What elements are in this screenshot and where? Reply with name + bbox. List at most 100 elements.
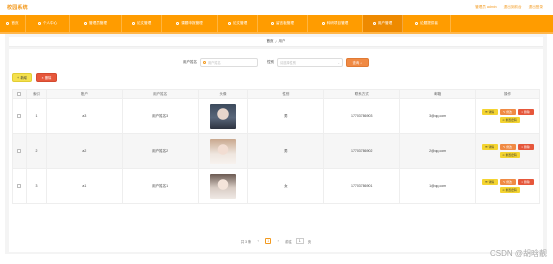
plus-icon: + — [17, 75, 19, 80]
cell-actions: ☰ 详情 ✎ 修改 × 删除 ⚿ 重置密码 — [475, 98, 540, 134]
col-email: 邮箱 — [399, 89, 476, 99]
row-checkbox[interactable] — [17, 183, 22, 188]
select-all-header[interactable] — [12, 89, 27, 99]
nav-item-profile[interactable]: 个人中心 — [26, 15, 70, 32]
paper-icon — [227, 22, 231, 25]
delete-button[interactable]: × 删除 — [517, 144, 534, 150]
col-gender: 性别 — [247, 89, 325, 99]
col-account: 账户 — [45, 89, 123, 99]
user-name-input[interactable]: 用户姓名 — [200, 58, 258, 67]
table-row: 3 a1 用户姓名1 女 17703786901 1@qq.com ☰ 详情 ✎ 修… — [12, 168, 540, 204]
nav-item-papers-2[interactable]: 论文管理 — [218, 15, 258, 32]
nav-item-messages[interactable]: 留言板管理 — [258, 15, 308, 32]
admin-user-link[interactable]: 管理员 admin — [475, 5, 497, 10]
cell-avatar — [197, 168, 249, 204]
message-icon — [271, 22, 275, 25]
table-row: 2 a2 用户姓名2 男 17703786902 2@qq.com ☰ 详情 ✎ 修… — [12, 133, 540, 169]
cell-email: 3@qq.com — [399, 98, 476, 134]
edit-icon: ✎ — [503, 110, 506, 114]
user-input-icon — [203, 61, 206, 64]
gender-select[interactable]: 请选择性别 ⌄ — [277, 58, 343, 67]
nav-item-research[interactable]: 科研项目管理 — [308, 15, 363, 32]
cell-email: 2@qq.com — [399, 133, 476, 169]
nav-item-users[interactable]: 用户管理 — [363, 15, 403, 32]
prev-page-button[interactable]: ‹ — [255, 238, 261, 244]
reset-password-button[interactable]: ⚿ 重置密码 — [499, 152, 520, 158]
add-button[interactable]: + 新增 — [12, 73, 32, 82]
chevron-down-icon: ⌄ — [337, 60, 340, 65]
total-count: 共 3 条 — [240, 239, 252, 244]
cell-gender: 女 — [247, 168, 325, 204]
key-icon: ⚿ — [502, 188, 505, 192]
row-actions: ☰ 详情 ✎ 修改 × 删除 ⚿ 重置密码 — [476, 144, 539, 158]
row-select-cell[interactable] — [12, 133, 27, 169]
edit-button[interactable]: ✎ 修改 — [499, 144, 516, 150]
goto-frontend-link[interactable]: 退出到前台 — [504, 5, 522, 10]
cell-name: 用户姓名1 — [121, 168, 199, 204]
table-header-row: 索引 账户 用户姓名 头像 性别 联系方式 邮箱 操作 — [12, 89, 540, 99]
cell-name: 用户姓名3 — [121, 98, 199, 134]
next-page-button[interactable]: › — [275, 238, 281, 244]
nav-item-topic-provider[interactable]: 论题提供者 — [403, 15, 451, 32]
cell-email: 1@qq.com — [399, 168, 476, 204]
nav-item-admin[interactable]: 管理员管理 — [70, 15, 122, 32]
search-button[interactable]: 查询 ⌕ — [346, 58, 369, 67]
detail-button[interactable]: ☰ 详情 — [481, 109, 498, 115]
breadcrumb-home[interactable]: 首页 — [267, 39, 274, 44]
gender-label: 性别 — [267, 60, 274, 64]
detail-button[interactable]: ☰ 详情 — [481, 179, 498, 185]
avatar-photo — [210, 138, 237, 164]
cell-gender: 男 — [247, 98, 325, 134]
detail-button[interactable]: ☰ 详情 — [481, 144, 498, 150]
detail-icon: ☰ — [484, 145, 488, 149]
select-all-checkbox[interactable] — [17, 91, 22, 96]
cell-actions: ☰ 详情 ✎ 修改 × 删除 ⚿ 重置密码 — [475, 133, 540, 169]
key-icon: ⚿ — [502, 153, 505, 157]
reset-password-button[interactable]: ⚿ 重置密码 — [499, 117, 520, 123]
batch-delete-button[interactable]: × 删除 — [36, 73, 57, 82]
top-header: 校园系统 管理员 admin 退出到前台 退出登录 — [0, 0, 553, 15]
edit-button[interactable]: ✎ 修改 — [499, 179, 516, 185]
cell-actions: ☰ 详情 ✎ 修改 × 删除 ⚿ 重置密码 — [475, 168, 540, 204]
row-checkbox[interactable] — [17, 148, 22, 153]
row-checkbox[interactable] — [17, 113, 22, 118]
logout-link[interactable]: 退出登录 — [529, 5, 543, 10]
main-content: 首页 / 用户 用户姓名 用户姓名 性别 请选择性别 ⌄ 查询 ⌕ + 新增 ×… — [5, 34, 547, 254]
page-number[interactable]: 1 — [265, 238, 272, 244]
pagination: 共 3 条 ‹ 1 › 前往 1 页 — [9, 238, 543, 244]
breadcrumb: 首页 / 用户 — [9, 37, 543, 47]
delete-icon: × — [521, 145, 524, 149]
row-select-cell[interactable] — [12, 168, 27, 204]
user-name-label: 用户姓名 — [183, 60, 197, 64]
paper-icon — [131, 22, 135, 25]
provider-icon — [415, 22, 419, 25]
cell-index: 1 — [25, 98, 47, 134]
edit-icon: ✎ — [503, 180, 506, 184]
user-icon — [37, 22, 41, 25]
nav-item-home[interactable]: 首页 — [0, 15, 26, 32]
avatar-photo — [210, 103, 237, 129]
delete-icon: × — [521, 110, 524, 114]
nav-item-topic-apply[interactable]: 课题申报管理 — [162, 15, 218, 32]
search-bar: 用户姓名 用户姓名 性别 请选择性别 ⌄ 查询 ⌕ — [9, 58, 543, 67]
cell-account: a2 — [45, 133, 123, 169]
detail-icon: ☰ — [484, 180, 488, 184]
app-title: 校园系统 — [7, 5, 28, 11]
delete-button[interactable]: × 删除 — [517, 179, 534, 185]
cell-avatar — [197, 133, 249, 169]
avatar-photo — [210, 173, 237, 199]
col-name: 用户姓名 — [121, 89, 199, 99]
reset-password-button[interactable]: ⚿ 重置密码 — [499, 187, 520, 193]
nav-item-papers[interactable]: 论文管理 — [122, 15, 162, 32]
admin-icon — [84, 22, 88, 25]
edit-icon: ✎ — [503, 145, 506, 149]
col-phone: 联系方式 — [323, 89, 401, 99]
page-unit: 页 — [307, 239, 312, 244]
row-select-cell[interactable] — [12, 98, 27, 134]
edit-button[interactable]: ✎ 修改 — [499, 109, 516, 115]
delete-button[interactable]: × 删除 — [517, 109, 534, 115]
cell-avatar — [197, 98, 249, 134]
goto-label: 前往 — [285, 239, 292, 244]
goto-page-input[interactable]: 1 — [295, 238, 304, 244]
watermark: CSDN @胡晗靓 — [489, 249, 547, 258]
